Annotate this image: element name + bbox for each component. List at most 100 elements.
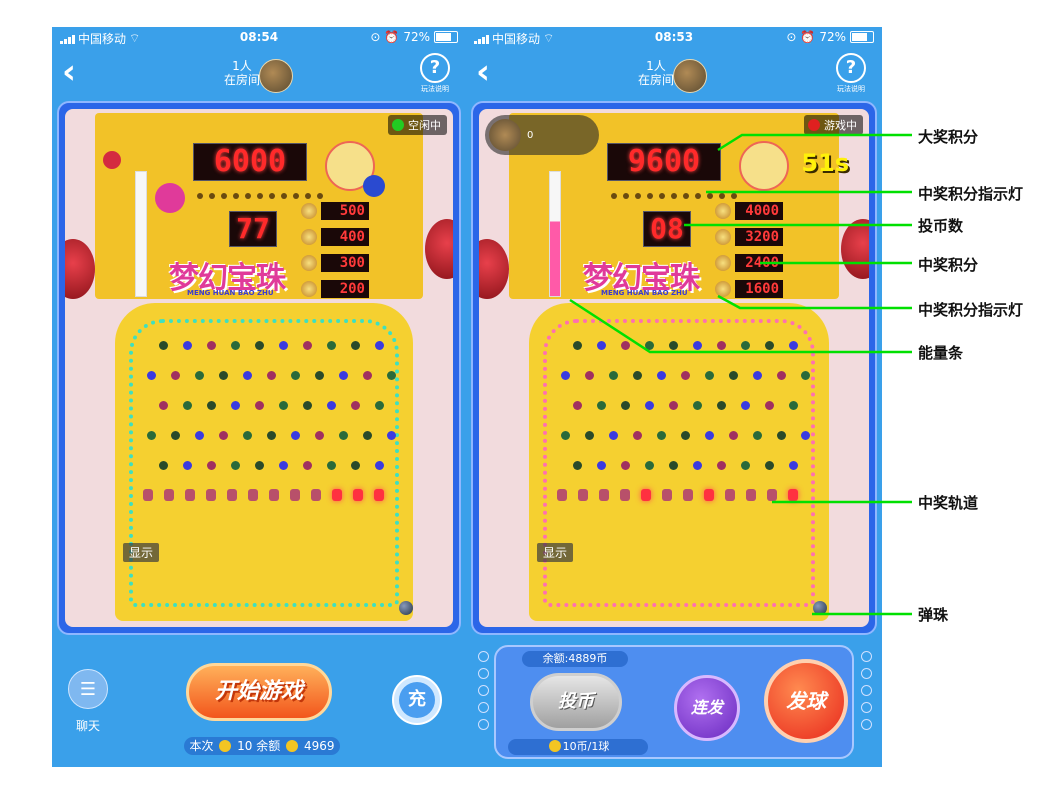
- display-label: 显示: [123, 543, 160, 562]
- peg: [327, 341, 336, 350]
- back-icon[interactable]: ‹: [62, 55, 76, 89]
- peg: [255, 341, 264, 350]
- led-border: [543, 319, 815, 607]
- peg: [729, 371, 738, 380]
- peg: [171, 431, 180, 440]
- peg: [195, 371, 204, 380]
- rose-decoration: [841, 219, 869, 279]
- peg: [351, 461, 360, 470]
- help-icon: ?: [836, 53, 866, 83]
- avatar[interactable]: [673, 59, 707, 93]
- peg: [339, 431, 348, 440]
- peg: [717, 401, 726, 410]
- prize-track-slot: [767, 489, 777, 501]
- prize-score-3: 2400: [735, 254, 783, 272]
- status-dot-icon: [392, 119, 404, 131]
- machine-logo-subtitle: MENG HUAN BAO ZHU: [601, 289, 688, 297]
- jackpot-display: 9600: [607, 143, 721, 181]
- price-label: 10币/1球: [508, 739, 648, 755]
- player-count: 0: [527, 129, 534, 141]
- alarm-icon: ⏰: [384, 30, 400, 44]
- peg: [693, 401, 702, 410]
- back-icon[interactable]: ‹: [476, 55, 490, 89]
- ball: [399, 601, 413, 615]
- peg: [255, 401, 264, 410]
- coin-count-display: 77: [229, 211, 277, 247]
- coin-count-display: 08: [643, 211, 691, 247]
- prize-track-slot: [185, 489, 195, 501]
- peg: [561, 371, 570, 380]
- annotation-energy-bar: 能量条: [918, 344, 964, 362]
- prize-track-slot: [311, 489, 321, 501]
- prize-track-slot: [788, 489, 798, 501]
- help-button[interactable]: ? 玩法说明: [420, 53, 450, 94]
- peg: [231, 341, 240, 350]
- peg: [219, 371, 228, 380]
- start-game-button[interactable]: 开始游戏: [186, 663, 332, 721]
- peg: [681, 371, 690, 380]
- peg: [717, 341, 726, 350]
- peg: [363, 431, 372, 440]
- coin-icon: [219, 740, 232, 752]
- prize-track-slot: [374, 489, 384, 501]
- peg: [633, 431, 642, 440]
- help-label: 玩法说明: [421, 85, 449, 93]
- peg: [183, 401, 192, 410]
- annotation-ball: 弹珠: [918, 606, 949, 624]
- peg: [765, 341, 774, 350]
- machine-status-badge: 游戏中: [804, 115, 863, 135]
- recharge-button[interactable]: 充: [392, 675, 442, 725]
- machine-logo-subtitle: MENG HUAN BAO ZHU: [187, 289, 274, 297]
- peg: [315, 431, 324, 440]
- player-list[interactable]: 0: [485, 115, 599, 155]
- help-label: 玩法说明: [837, 85, 865, 93]
- machine-backboard: 6000 77 500 400 300 200 梦幻宝珠 MENG HUAN B…: [95, 113, 423, 299]
- rose-decoration: [425, 219, 453, 279]
- status-bar: 中国移动 ⌔ 08:54 ⊙ ⏰ 72%: [52, 27, 466, 49]
- peg: [657, 371, 666, 380]
- peg: [645, 341, 654, 350]
- shoot-button[interactable]: 发球: [764, 659, 848, 743]
- remaining-value: 4969: [303, 739, 335, 753]
- peg: [159, 461, 168, 470]
- auto-fire-button[interactable]: 连发: [674, 675, 740, 741]
- peg: [183, 461, 192, 470]
- prize-track-slot: [206, 489, 216, 501]
- peg: [645, 461, 654, 470]
- peg: [291, 371, 300, 380]
- peg: [597, 461, 606, 470]
- bubble-decoration: [103, 151, 121, 169]
- peg: [789, 341, 798, 350]
- game-video: 6000 77 500 400 300 200 梦幻宝珠 MENG HUAN B…: [65, 109, 453, 627]
- prize-score-4: 200: [321, 280, 369, 298]
- recharge-label: 充: [399, 682, 435, 718]
- prize-track-slot: [227, 489, 237, 501]
- chat-label: 聊天: [75, 719, 100, 733]
- peg: [633, 371, 642, 380]
- energy-bar: [135, 171, 147, 297]
- peg: [351, 401, 360, 410]
- avatar[interactable]: [259, 59, 293, 93]
- peg: [207, 341, 216, 350]
- peg: [183, 341, 192, 350]
- peg: [801, 371, 810, 380]
- insert-coin-button[interactable]: 投币: [530, 673, 622, 731]
- display-label: 显示: [537, 543, 574, 562]
- chat-button[interactable]: ☰ 聊天: [68, 669, 108, 734]
- peg: [243, 371, 252, 380]
- peg: [147, 371, 156, 380]
- prize-track-slot: [599, 489, 609, 501]
- prize-icon: [301, 281, 317, 297]
- right-screen: 中国移动 ⌔ 08:53 ⊙ ⏰ 72% ‹ 1人 在房间 ? 玩法说明 960…: [466, 27, 882, 767]
- help-button[interactable]: ? 玩法说明: [836, 53, 866, 94]
- prize-track-slot: [620, 489, 630, 501]
- prize-track-slot: [683, 489, 693, 501]
- rose-decoration: [479, 239, 509, 299]
- control-panel: 余额:4889币 投币 10币/1球 连发 发球: [494, 645, 854, 759]
- peg: [609, 371, 618, 380]
- prize-score-1: 500: [321, 202, 369, 220]
- control-area: 余额:4889币 投币 10币/1球 连发 发球: [466, 637, 882, 767]
- control-area: ☰ 聊天 开始游戏 充 本次 10 余额 4969: [52, 637, 466, 767]
- peg: [609, 431, 618, 440]
- machine-status-badge: 空闲中: [388, 115, 447, 135]
